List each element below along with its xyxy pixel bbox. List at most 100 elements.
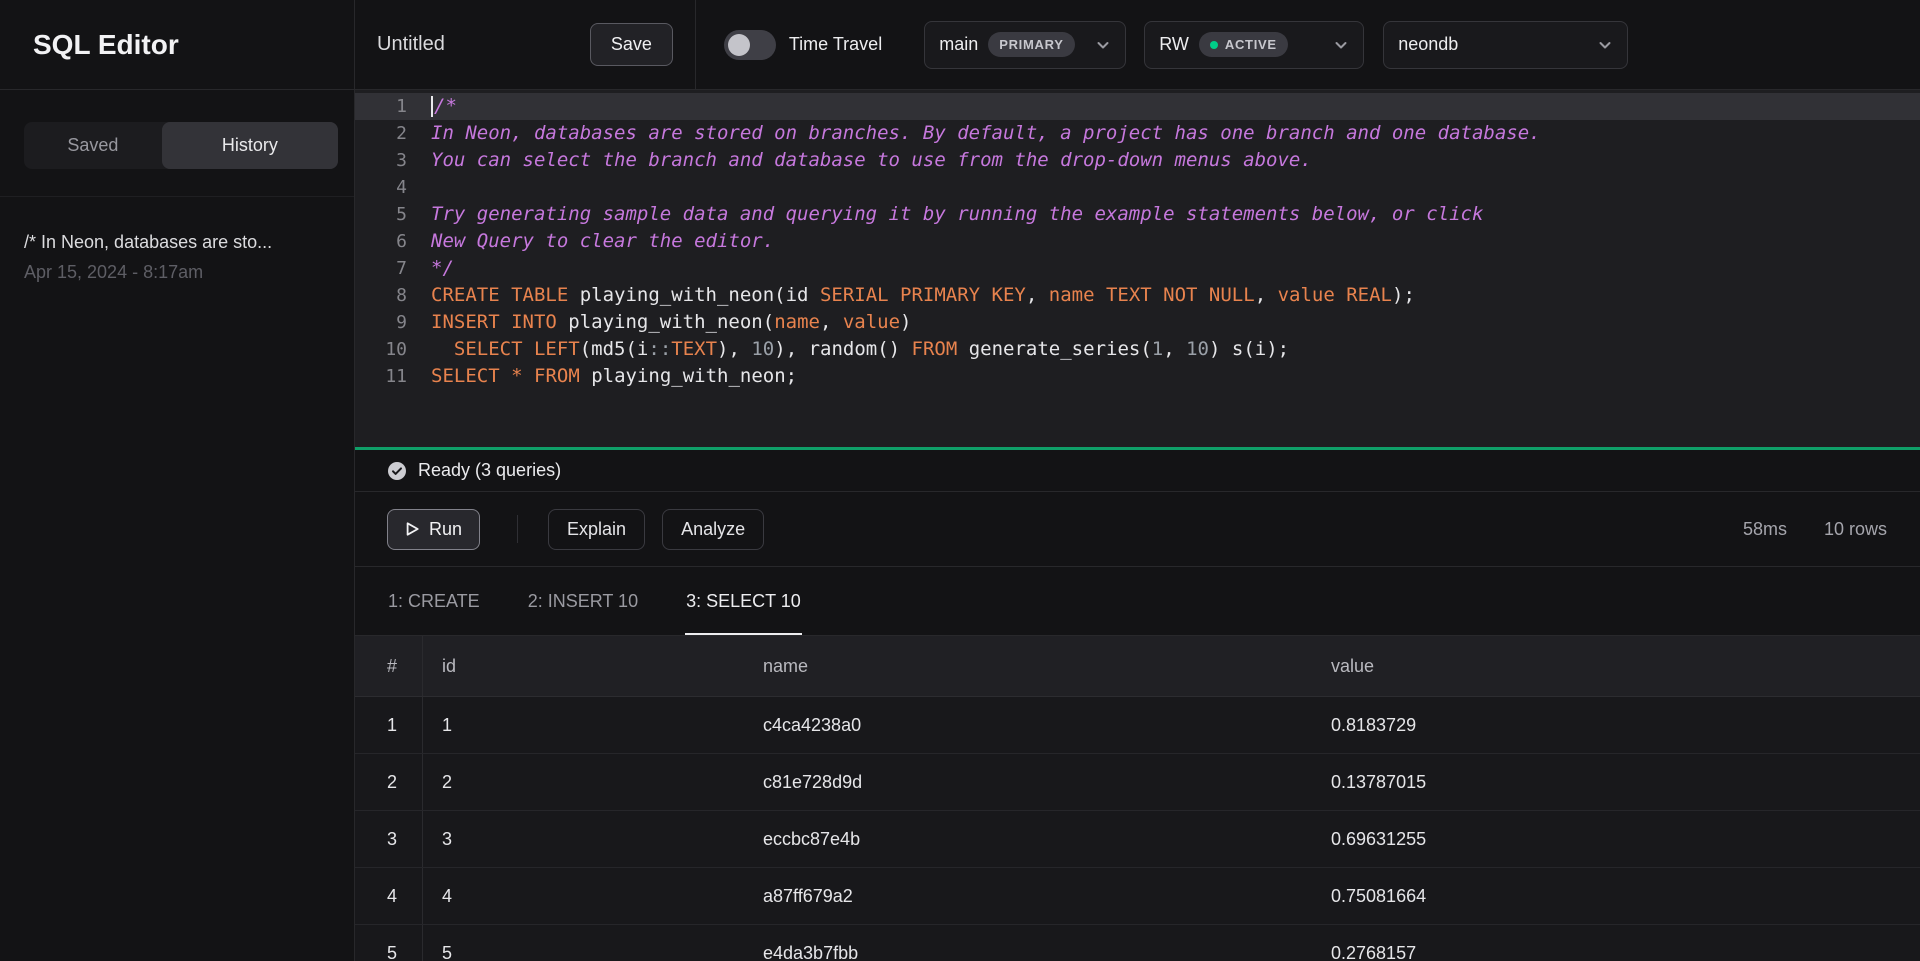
compute-select-value: RW (1159, 34, 1189, 55)
code-line-content: In Neon, databases are stored on branche… (431, 120, 1541, 147)
line-number: 4 (355, 174, 407, 201)
active-status-label: ACTIVE (1225, 37, 1277, 52)
run-button-label: Run (429, 519, 462, 540)
sidebar-tabs: Saved History (0, 90, 354, 197)
chevron-down-icon (1596, 36, 1614, 54)
line-number: 7 (355, 255, 407, 282)
actions-bar: Run Explain Analyze 58ms 10 rows (355, 492, 1920, 567)
cell-id: 1 (423, 697, 763, 753)
cell-index: 4 (355, 868, 423, 924)
page-title: SQL Editor (33, 29, 179, 61)
topbar: Untitled Save Time Travel main PRIMARY R… (355, 0, 1920, 90)
code-editor: 1 /*2In Neon, databases are stored on bra… (355, 90, 1920, 447)
status-bar: Ready (3 queries) (355, 450, 1920, 492)
line-number: 11 (355, 363, 407, 390)
code-line-content: */ (431, 255, 454, 282)
cell-id: 4 (423, 868, 763, 924)
code-line-content: You can select the branch and database t… (431, 147, 1312, 174)
query-title[interactable]: Untitled (377, 33, 445, 56)
code-line-7[interactable]: 7 */ (355, 255, 1920, 282)
active-status-badge: ACTIVE (1199, 32, 1288, 57)
results-header: #idnamevalue (355, 636, 1920, 697)
code-line-3[interactable]: 3 You can select the branch and database … (355, 147, 1920, 174)
compute-select[interactable]: RW ACTIVE (1144, 21, 1364, 69)
code-line-content: CREATE TABLE playing_with_neon(id SERIAL… (431, 282, 1415, 309)
time-travel-toggle[interactable] (724, 30, 776, 60)
history-list-item[interactable]: /* In Neon, databases are sto... Apr 15,… (0, 232, 354, 283)
line-number: 10 (355, 336, 407, 363)
code-line-content: New Query to clear the editor. (431, 228, 774, 255)
cell-index: 5 (355, 925, 423, 961)
save-button[interactable]: Save (590, 23, 673, 66)
cell-value: 0.75081664 (1331, 868, 1920, 924)
cell-index: 3 (355, 811, 423, 867)
results-body: 11c4ca4238a00.818372922c81e728d9d0.13787… (355, 697, 1920, 961)
cell-value: 0.13787015 (1331, 754, 1920, 810)
header-cell-id: id (423, 636, 763, 696)
tab-history[interactable]: History (162, 122, 338, 169)
analyze-button[interactable]: Analyze (662, 509, 764, 550)
cell-name: a87ff679a2 (763, 868, 1331, 924)
sidebar: SQL Editor Saved History /* In Neon, dat… (0, 0, 355, 961)
line-number: 3 (355, 147, 407, 174)
code-line-2[interactable]: 2In Neon, databases are stored on branch… (355, 120, 1920, 147)
database-select-value: neondb (1398, 34, 1458, 55)
play-icon (405, 521, 420, 537)
table-row[interactable]: 44a87ff679a20.75081664 (355, 868, 1920, 925)
sidebar-header: SQL Editor (0, 0, 354, 90)
active-status-dot (1210, 41, 1218, 49)
code-line-content: SELECT * FROM playing_with_neon; (431, 363, 797, 390)
code-area: 1 /*2In Neon, databases are stored on bra… (355, 93, 1920, 390)
sql-editor-app: SQL Editor Saved History /* In Neon, dat… (0, 0, 1920, 961)
code-line-10[interactable]: 10 SELECT LEFT(md5(i::TEXT), 10), random… (355, 336, 1920, 363)
cell-value: 0.69631255 (1331, 811, 1920, 867)
result-tab-2[interactable]: 2: INSERT 10 (527, 567, 639, 635)
status-message: Ready (3 queries) (418, 460, 561, 481)
query-duration: 58ms (1743, 519, 1787, 540)
line-number: 6 (355, 228, 407, 255)
code-line-4[interactable]: 4 (355, 174, 1920, 201)
code-line-5[interactable]: 5 Try generating sample data and querying… (355, 201, 1920, 228)
result-tab-3[interactable]: 3: SELECT 10 (685, 567, 802, 635)
toggle-knob (728, 34, 750, 56)
table-row[interactable]: 22c81e728d9d0.13787015 (355, 754, 1920, 811)
cell-index: 1 (355, 697, 423, 753)
cell-name: eccbc87e4b (763, 811, 1331, 867)
result-tab-1[interactable]: 1: CREATE (387, 567, 481, 635)
text-cursor (431, 96, 433, 117)
cell-name: c4ca4238a0 (763, 697, 1331, 753)
code-line-content: Try generating sample data and querying … (431, 201, 1483, 228)
history-list: /* In Neon, databases are sto... Apr 15,… (0, 197, 354, 283)
code-line-9[interactable]: 9 INSERT INTO playing_with_neon(name, val… (355, 309, 1920, 336)
code-line-6[interactable]: 6 New Query to clear the editor. (355, 228, 1920, 255)
cell-name: e4da3b7fbb (763, 925, 1331, 961)
table-row[interactable]: 11c4ca4238a00.8183729 (355, 697, 1920, 754)
code-line-1[interactable]: 1 /* (355, 93, 1920, 120)
line-number: 1 (355, 93, 407, 120)
database-select[interactable]: neondb (1383, 21, 1628, 69)
line-number: 5 (355, 201, 407, 228)
code-line-8[interactable]: 8CREATE TABLE playing_with_neon(id SERIA… (355, 282, 1920, 309)
saved-history-segmented-control: Saved History (24, 122, 338, 169)
code-line-content: /* (431, 93, 457, 120)
code-line-content: INSERT INTO playing_with_neon(name, valu… (431, 309, 912, 336)
time-travel-label: Time Travel (789, 34, 882, 55)
table-row[interactable]: 55e4da3b7fbb0.2768157 (355, 925, 1920, 961)
line-number: 9 (355, 309, 407, 336)
branch-select[interactable]: main PRIMARY (924, 21, 1126, 69)
cell-id: 5 (423, 925, 763, 961)
cell-index: 2 (355, 754, 423, 810)
cell-name: c81e728d9d (763, 754, 1331, 810)
history-item-timestamp: Apr 15, 2024 - 8:17am (24, 262, 330, 283)
tab-saved[interactable]: Saved (24, 122, 162, 169)
cell-value: 0.8183729 (1331, 697, 1920, 753)
run-button[interactable]: Run (387, 509, 480, 550)
table-row[interactable]: 33eccbc87e4b0.69631255 (355, 811, 1920, 868)
actions-divider (517, 515, 518, 543)
explain-button[interactable]: Explain (548, 509, 645, 550)
cell-id: 3 (423, 811, 763, 867)
code-line-11[interactable]: 11 SELECT * FROM playing_with_neon; (355, 363, 1920, 390)
result-row-count: 10 rows (1824, 519, 1887, 540)
cell-id: 2 (423, 754, 763, 810)
result-tabs: 1: CREATE 2: INSERT 10 3: SELECT 10 (355, 567, 1920, 636)
